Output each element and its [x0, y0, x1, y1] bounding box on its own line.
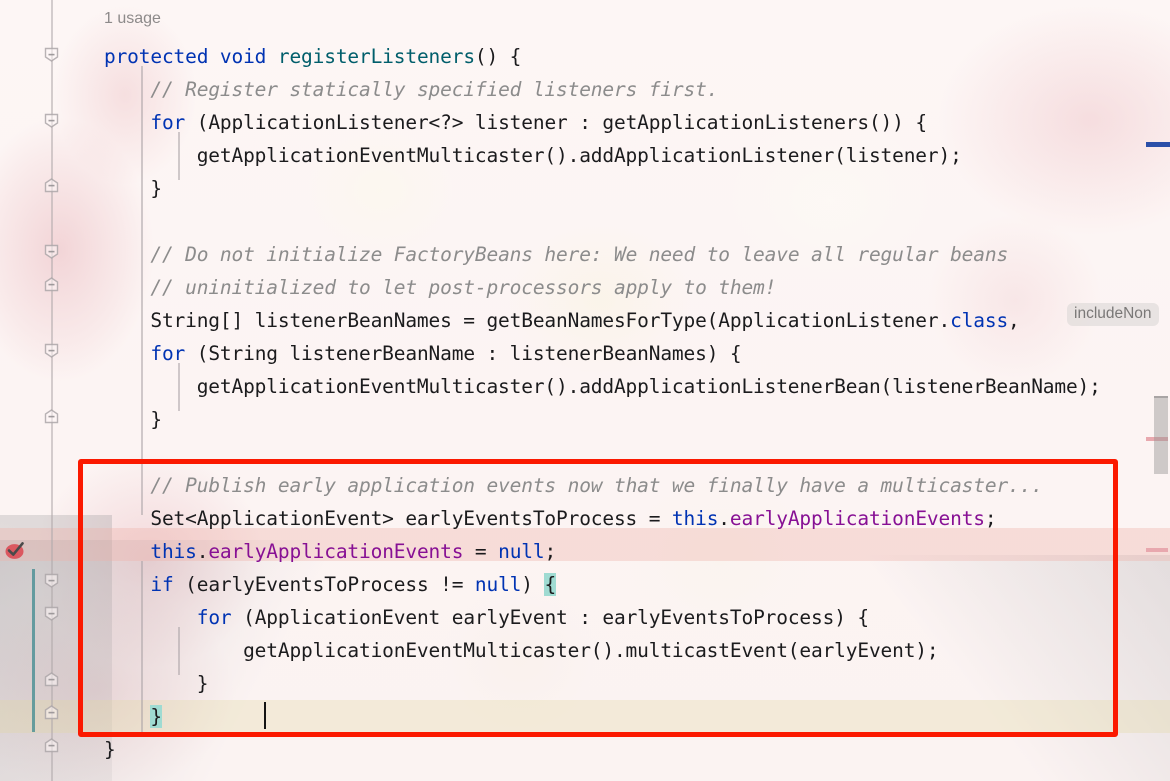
code-text: (earlyEventsToProcess != — [173, 573, 475, 596]
code-keyword: if — [150, 573, 174, 596]
code-keyword: for — [150, 111, 186, 134]
code-keyword: for — [196, 606, 232, 629]
matched-brace-highlight: } — [150, 705, 162, 728]
code-text: Set<ApplicationEvent> earlyEventsToProce… — [104, 507, 672, 530]
code-line[interactable]: String[] listenerBeanNames = getBeanName… — [104, 304, 1020, 337]
code-text: ; — [544, 540, 557, 563]
code-text: getApplicationEventMulticaster().multica… — [104, 639, 939, 662]
code-line[interactable]: } — [104, 403, 162, 436]
code-line[interactable]: for (ApplicationListener<?> listener : g… — [104, 106, 927, 139]
code-text: (ApplicationListener<?> listener : getAp… — [185, 111, 927, 134]
code-keyword: void — [219, 45, 267, 68]
code-text: ; — [984, 507, 997, 530]
code-text: getApplicationEventMulticaster().addAppl… — [104, 144, 962, 167]
code-text: . — [718, 507, 730, 530]
scrollbar-thumb[interactable] — [1154, 396, 1168, 474]
code-line[interactable]: if (earlyEventsToProcess != null) { — [104, 568, 556, 601]
code-text: , — [1008, 309, 1020, 332]
stripe-mark-pink[interactable] — [1146, 548, 1168, 552]
error-stripe-scrollbar[interactable] — [1146, 0, 1170, 781]
code-method-name: registerListeners — [277, 45, 475, 68]
code-comment: // Register statically specified listene… — [150, 78, 719, 101]
code-comment: // Do not initialize FactoryBeans here: … — [150, 243, 1009, 266]
code-line[interactable]: for (String listenerBeanName : listenerB… — [104, 337, 741, 370]
text-caret — [264, 702, 266, 729]
code-field: earlyApplicationEvents — [729, 507, 985, 530]
code-line[interactable]: } — [104, 172, 162, 205]
code-line[interactable]: getApplicationEventMulticaster().multica… — [104, 634, 939, 667]
code-keyword: null — [474, 573, 522, 596]
code-comment: // uninitialized to let post-processors … — [150, 276, 777, 299]
code-text: getApplicationEventMulticaster().addAppl… — [104, 375, 1101, 398]
code-line[interactable]: // Do not initialize FactoryBeans here: … — [104, 238, 1008, 271]
code-keyword: this — [671, 507, 719, 530]
code-text: (ApplicationEvent earlyEvent : earlyEven… — [231, 606, 869, 629]
code-text: } — [104, 672, 209, 695]
code-line[interactable]: // Register statically specified listene… — [104, 73, 718, 106]
code-keyword: class — [950, 309, 1009, 332]
code-editor-screenshot: protected void registerListeners() { // … — [0, 0, 1170, 781]
code-line[interactable]: // uninitialized to let post-processors … — [104, 271, 776, 304]
code-text: = — [463, 540, 499, 563]
code-line[interactable]: } — [104, 733, 116, 766]
code-line[interactable]: // Publish early application events now … — [104, 469, 1043, 502]
matched-brace-highlight: { — [544, 573, 557, 596]
code-text: (String listenerBeanName : listenerBeanN… — [185, 342, 742, 365]
code-text: ) — [521, 573, 545, 596]
code-text: () { — [474, 45, 522, 68]
code-line[interactable]: getApplicationEventMulticaster().addAppl… — [104, 139, 962, 172]
code-line[interactable]: getApplicationEventMulticaster().addAppl… — [104, 370, 1101, 403]
code-vision-usages-hint[interactable]: 1 usage — [104, 10, 161, 28]
code-keyword: null — [498, 540, 545, 563]
code-text: } — [104, 408, 162, 431]
inlay-parameter-hint[interactable]: includeNon — [1067, 303, 1159, 326]
code-field: earlyApplicationEvents — [208, 540, 464, 563]
code-keyword: this — [150, 540, 197, 563]
code-comment: // Publish early application events now … — [150, 474, 1043, 497]
code-text: } — [104, 738, 116, 761]
code-keyword: for — [150, 342, 186, 365]
code-keyword: protected — [104, 45, 209, 68]
code-line[interactable]: } — [104, 700, 162, 733]
code-line[interactable]: protected void registerListeners() { — [104, 40, 521, 73]
code-text: String[] listenerBeanNames = getBeanName… — [104, 309, 951, 332]
code-line[interactable]: this.earlyApplicationEvents = null; — [104, 535, 556, 568]
code-line[interactable]: } — [104, 667, 209, 700]
code-text: } — [104, 177, 162, 200]
code-text: . — [196, 540, 209, 563]
source-code-text[interactable]: protected void registerListeners() { // … — [0, 0, 1170, 781]
code-line[interactable]: Set<ApplicationEvent> earlyEventsToProce… — [104, 502, 996, 535]
code-line[interactable]: for (ApplicationEvent earlyEvent : early… — [104, 601, 869, 634]
stripe-mark-blue[interactable] — [1146, 142, 1170, 147]
